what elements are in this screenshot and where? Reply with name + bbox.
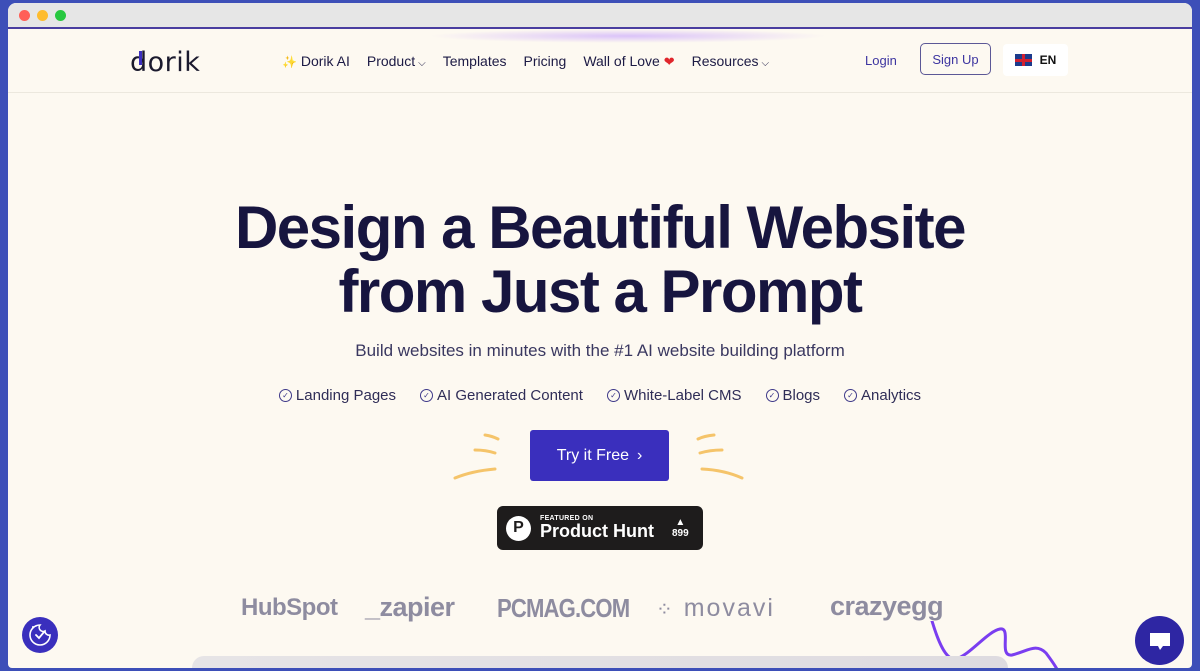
nav-item-dorik-ai[interactable]: ✨ Dorik AI [282,53,350,70]
nav-item-label: Resources [691,53,759,69]
left-sparkle-lines-decoration [453,433,500,480]
top-navigation: dorik ✨ Dorik AI Product ⌵ Templates Pric… [8,29,1192,93]
feature-item: ✓ AI Generated Content [420,387,583,404]
check-circle-icon: ✓ [844,389,858,402]
chat-bubble-icon [1149,632,1170,650]
feature-label: Analytics [861,387,922,404]
product-hunt-badge[interactable]: P FEATURED ON Product Hunt ▲ 899 [497,506,703,550]
right-sparkle-lines-decoration [696,433,744,480]
product-hunt-text: FEATURED ON Product Hunt [540,515,654,541]
close-window-button[interactable] [19,9,30,21]
cookie-consent-button[interactable] [22,617,58,653]
nav-item-label: Dorik AI [300,53,350,69]
hero-title: Design a Beautiful Website from Just a P… [8,196,1192,324]
nav-item-templates[interactable]: Templates [443,53,507,70]
check-circle-icon: ✓ [278,389,292,402]
main-menu: ✨ Dorik AI Product ⌵ Templates Pricing Wa… [282,53,769,70]
feature-list: ✓ Landing Pages ✓ AI Generated Content ✓ Wh… [8,387,1192,404]
nav-item-label: Product [366,53,416,69]
language-selector[interactable]: EN [1003,44,1068,76]
signup-button[interactable]: Sign Up [920,43,991,75]
chat-widget-button[interactable] [1135,616,1184,665]
feature-label: Landing Pages [295,387,397,404]
maximize-window-button[interactable] [55,9,66,21]
cookie-check-icon [29,624,51,646]
browser-window: dorik ✨ Dorik AI Product ⌵ Templates Pric… [8,3,1192,668]
feature-label: AI Generated Content [437,387,583,404]
minimize-window-button[interactable] [37,9,48,21]
feature-item: ✓ Blogs [765,387,821,404]
feature-item: ✓ White-Label CMS [606,387,742,404]
feature-label: White-Label CMS [623,387,742,404]
feature-item: ✓ Analytics [844,387,921,404]
product-hunt-logo-icon: P [506,515,531,541]
hubspot-logo: HubSpot [241,594,338,621]
dorik-logo[interactable]: dorik [130,47,200,78]
uk-flag-icon [1014,54,1032,66]
logo-accent-bar [139,51,142,65]
title-bar [8,3,1192,29]
zapier-logo: _zapier [365,592,455,622]
vote-count: 899 [672,528,689,539]
feature-item: ✓ Landing Pages [278,387,397,404]
check-circle-icon: ✓ [606,389,620,402]
upvote-count: ▲ 899 [672,517,689,539]
hero-title-line2: from Just a Prompt [338,258,863,325]
hero-subtitle: Build websites in minutes with the #1 AI… [355,341,845,360]
sparkles-icon: ✨ [282,55,297,69]
crazyegg-logo: crazyegg [830,591,944,621]
feature-label: Blogs [782,387,821,404]
heart-icon: ❤ [663,54,675,69]
nav-item-wall-of-love[interactable]: Wall of Love ❤ [583,53,674,70]
movavi-dots-icon: ⁘ [656,599,675,621]
try-it-free-button[interactable]: Try it Free › [530,430,669,481]
chevron-down-icon: ⌵ [418,58,426,69]
movavi-label: movavi [683,594,775,622]
check-circle-icon: ✓ [420,389,434,402]
login-link[interactable]: Login [865,53,897,68]
hero-preview-panel [192,656,1008,668]
nav-item-label: Wall of Love [583,53,660,69]
nav-item-pricing[interactable]: Pricing [524,53,567,70]
chevron-right-icon: › [636,446,643,464]
product-hunt-label: Product Hunt [540,521,654,541]
cta-label: Try it Free [556,446,629,464]
nav-item-resources[interactable]: Resources ⌵ [692,53,770,70]
movavi-logo: ⁘ movavi [656,594,775,623]
upvote-triangle-icon: ▲ [675,517,686,528]
nav-item-product[interactable]: Product ⌵ [367,53,426,70]
pcmag-logo: PCMAG.COM [497,593,630,623]
hero-title-line1: Design a Beautiful Website [234,194,967,261]
chevron-down-icon: ⌵ [761,58,770,69]
language-label: EN [1039,53,1057,67]
check-circle-icon: ✓ [765,389,779,402]
